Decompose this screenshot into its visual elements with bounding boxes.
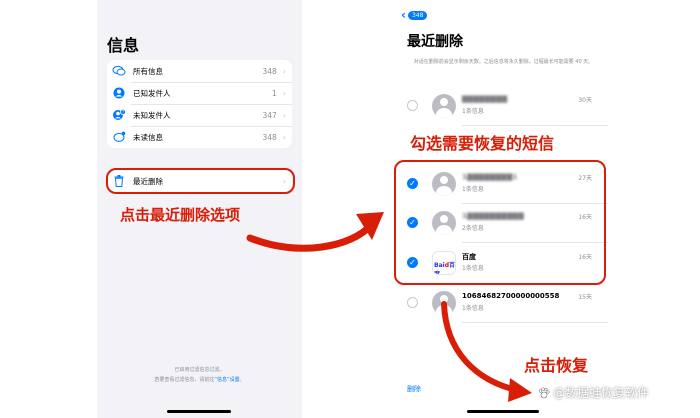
annotation-arrows bbox=[246, 212, 532, 402]
watermark-text: @数据蛙恢复软件 bbox=[553, 386, 650, 400]
instruction-tap-recover: 点击恢复 bbox=[524, 356, 589, 375]
instruction-select-messages: 勾选需要恢复的短信 bbox=[410, 134, 555, 153]
tutorial-image: 信息 所有信息 348 › 已知发件人 1 › ? 未知发件人 347 › 未读… bbox=[0, 0, 700, 418]
instruction-tap-recently-deleted: 点击最近删除选项 bbox=[120, 206, 241, 224]
paw-logo-icon bbox=[538, 387, 550, 398]
watermark: @数据蛙恢复软件 bbox=[538, 384, 649, 401]
